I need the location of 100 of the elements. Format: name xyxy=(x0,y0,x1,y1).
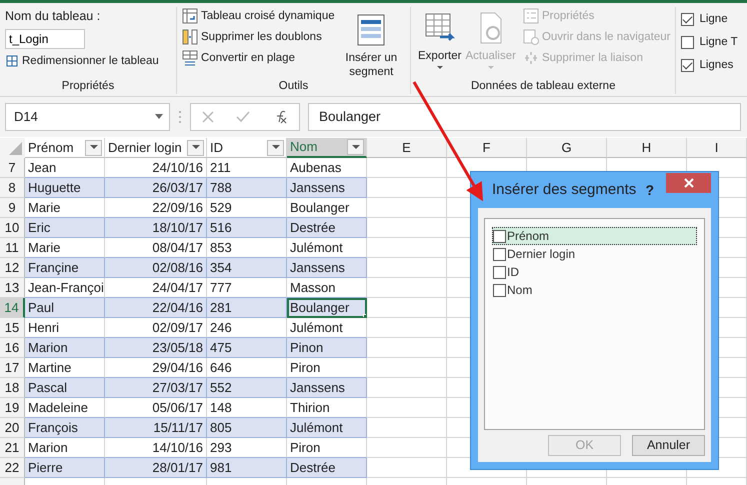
column-header: Prénom xyxy=(25,138,105,158)
filter-button[interactable] xyxy=(85,140,102,156)
row-number: 11 xyxy=(0,238,25,258)
table-cell: 02/08/16 xyxy=(105,258,207,278)
checkbox[interactable] xyxy=(681,36,694,48)
table-cell: 805 xyxy=(207,418,287,438)
table-cell: Janssens xyxy=(287,178,367,198)
table-cell: 23/05/18 xyxy=(105,338,207,358)
list-item[interactable]: ID xyxy=(492,263,697,281)
convert-range-icon xyxy=(182,50,198,66)
column-header: Nom xyxy=(287,138,367,158)
row-number: 19 xyxy=(0,398,25,418)
column-letter: F xyxy=(447,138,527,158)
column-header: ID xyxy=(207,138,287,158)
table-cell: Huguette xyxy=(25,178,105,198)
table-cell: 27/03/17 xyxy=(105,378,207,398)
table-cell: François xyxy=(25,418,105,438)
column-header: Dernier login xyxy=(105,138,207,158)
filter-button[interactable] xyxy=(187,140,204,156)
table-cell: Pascal xyxy=(25,378,105,398)
table-cell: Eric xyxy=(25,218,105,238)
dialog-button[interactable]: Annuler xyxy=(632,435,705,456)
table-cell: Janssens xyxy=(287,258,367,278)
checkbox[interactable] xyxy=(493,248,506,260)
caret-icon xyxy=(272,145,280,150)
slicer-icon xyxy=(355,13,388,47)
row-number: 21 xyxy=(0,438,25,458)
grip-icon xyxy=(178,110,182,124)
unlink-icon xyxy=(522,50,539,66)
table-cell: 15/11/17 xyxy=(105,418,207,438)
row-number: 18 xyxy=(0,378,25,398)
column-letter: H xyxy=(607,138,687,158)
table-name-field[interactable]: t_Login xyxy=(5,28,85,49)
row-number: 16 xyxy=(0,338,25,358)
ribbon-button[interactable]: Convertir en plage xyxy=(182,49,335,67)
table-cell: 475 xyxy=(207,338,287,358)
browser-icon xyxy=(522,29,539,45)
check-icon xyxy=(236,111,250,123)
row-number: 7 xyxy=(0,158,25,178)
table-cell: Destrée xyxy=(287,458,367,478)
name-box[interactable]: D14 xyxy=(5,103,170,131)
row-number: 13 xyxy=(0,278,25,298)
group-label: Outils xyxy=(278,79,310,94)
grid-icon xyxy=(5,52,19,69)
ribbon-large-button[interactable]: Insérer un segment xyxy=(338,7,405,79)
checkbox-option[interactable]: Lignes xyxy=(681,56,738,74)
checkbox[interactable] xyxy=(493,284,506,296)
filter-button[interactable] xyxy=(267,140,284,156)
table-cell: 788 xyxy=(207,178,287,198)
caret-icon xyxy=(352,144,360,150)
table-cell: Pierre xyxy=(25,458,105,478)
resize-table-button[interactable]: Redimensionner le tableau xyxy=(5,52,159,70)
checkbox-option[interactable]: Ligne T xyxy=(681,33,738,51)
table-cell: 28/01/17 xyxy=(105,458,207,478)
table-cell: 354 xyxy=(207,258,287,278)
help-button[interactable]: ? xyxy=(645,180,654,200)
row-number: 9 xyxy=(0,198,25,218)
ribbon-button[interactable]: Supprimer les doublons xyxy=(182,28,335,46)
caret-icon xyxy=(192,145,200,150)
ribbon-large-button[interactable]: Exporter xyxy=(416,7,464,79)
checkbox[interactable] xyxy=(493,266,506,278)
caret-icon xyxy=(436,63,444,71)
formula-field[interactable]: Boulanger xyxy=(308,103,741,131)
table-cell: 516 xyxy=(207,218,287,238)
checkbox[interactable] xyxy=(493,230,506,242)
filter-button[interactable] xyxy=(347,139,364,155)
remove-duplicates-icon xyxy=(182,29,198,45)
ribbon-button[interactable]: Tableau croisé dynamique xyxy=(182,7,335,25)
cancel-icon xyxy=(202,111,214,123)
row-number: 20 xyxy=(0,418,25,438)
table-cell: Paul xyxy=(25,298,105,318)
table-cell: 22/04/16 xyxy=(105,298,207,318)
row-number: 15 xyxy=(0,318,25,338)
table-cell: 281 xyxy=(207,298,287,318)
row-number: 17 xyxy=(0,358,25,378)
table-cell: Julémont xyxy=(287,418,367,438)
table-cell: Boulanger xyxy=(287,298,367,318)
row-number: 14 xyxy=(0,298,25,318)
table-cell: Françine xyxy=(25,258,105,278)
table-cell: 18/10/17 xyxy=(105,218,207,238)
table-cell: 981 xyxy=(207,458,287,478)
list-item[interactable]: Prénom xyxy=(492,227,697,245)
caret-icon xyxy=(155,114,163,120)
dialog-title: Insérer des segments xyxy=(492,180,636,200)
table-cell: 552 xyxy=(207,378,287,398)
column-letter: E xyxy=(367,138,447,158)
list-item[interactable]: Dernier login xyxy=(492,245,697,263)
checkbox[interactable] xyxy=(681,12,694,26)
row-number: 8 xyxy=(0,178,25,198)
row-number: 12 xyxy=(0,258,25,278)
caret-icon xyxy=(90,145,98,150)
group-label: Propriétés xyxy=(60,79,116,94)
checkbox[interactable] xyxy=(681,58,694,72)
list-item[interactable]: Nom xyxy=(492,281,697,299)
field-label: Nom du tableau : xyxy=(5,8,102,25)
table-cell: Destrée xyxy=(287,218,367,238)
table-cell: 26/03/17 xyxy=(105,178,207,198)
checkbox-option[interactable]: Ligne xyxy=(681,10,738,28)
close-button[interactable] xyxy=(666,173,711,193)
table-cell: Marion xyxy=(25,338,105,358)
